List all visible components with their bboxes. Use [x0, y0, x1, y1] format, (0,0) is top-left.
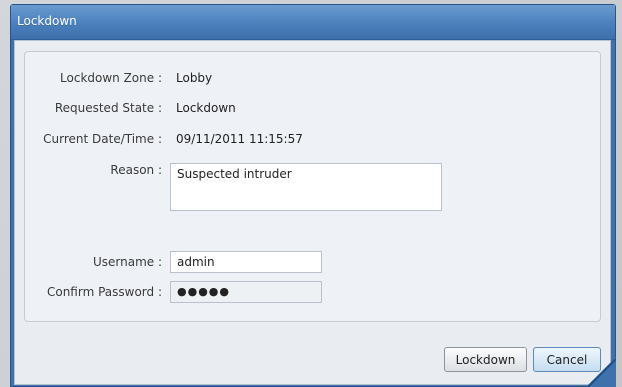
zone-value: Lobby: [176, 71, 213, 85]
current-datetime-value: 09/11/2011 11:15:57: [176, 132, 303, 146]
lockdown-form-panel: Lockdown Zone : Lobby Requested State : …: [24, 51, 601, 322]
confirm-password-input[interactable]: ●●●●●: [170, 281, 322, 303]
resize-grip-icon[interactable]: [586, 357, 616, 387]
username-label: Username :: [92, 255, 162, 269]
requested-state-value: Lockdown: [176, 101, 236, 115]
dialog-title: Lockdown: [17, 14, 77, 28]
username-input[interactable]: admin: [170, 251, 322, 273]
confirm-password-label: Confirm Password :: [46, 285, 162, 299]
lockdown-dialog: Lockdown Lockdown Zone : Lobby Requested…: [10, 4, 616, 387]
zone-label: Lockdown Zone :: [60, 71, 162, 85]
desktop-background: Lockdown Lockdown Zone : Lobby Requested…: [0, 0, 622, 387]
dialog-client-area: Lockdown Zone : Lobby Requested State : …: [14, 40, 611, 385]
reason-label: Reason :: [110, 163, 162, 177]
lockdown-button[interactable]: Lockdown: [444, 347, 527, 372]
reason-textarea[interactable]: Suspected intruder: [170, 163, 442, 211]
current-datetime-label: Current Date/Time :: [43, 132, 162, 146]
dialog-titlebar[interactable]: Lockdown: [11, 5, 615, 40]
requested-state-label: Requested State :: [54, 101, 162, 115]
